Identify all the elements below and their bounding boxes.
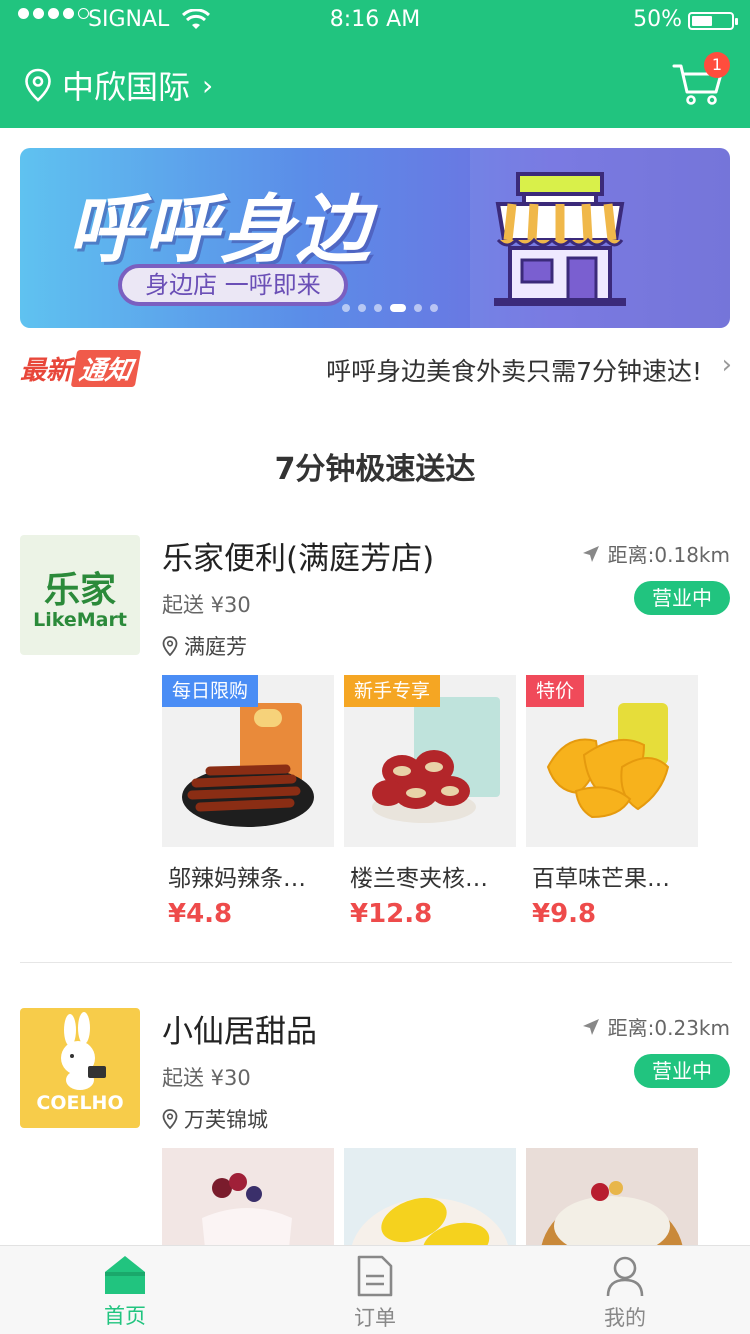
notice-label-suffix: 通知: [70, 350, 142, 387]
address-text: 万芙锦城: [184, 1108, 268, 1132]
home-icon: [105, 1256, 145, 1294]
store-name[interactable]: 乐家便利(满庭芳店): [162, 533, 434, 578]
tab-profile[interactable]: 我的: [565, 1254, 685, 1332]
product-list: 每日限购 邬辣妈辣条… ¥4.8 新手专享 楼兰枣夹核… ¥12.8 特价 百草…: [162, 675, 698, 929]
open-status-badge: 营业中: [634, 581, 730, 615]
product-tag: 每日限购: [162, 675, 259, 707]
store-card[interactable]: COELHO 小仙居甜品 距离:0.23km 起送 ¥30 营业中 万芙锦城: [20, 1006, 732, 1320]
section-title-text: 7分钟极速送达: [270, 444, 480, 488]
location-name: 中欣国际: [62, 68, 191, 106]
store-logo: 乐家 LikeMart: [20, 535, 140, 655]
product-price: ¥4.8: [168, 899, 233, 929]
distance-text: 距离:0.23km: [607, 1016, 730, 1040]
app-header: SIGNAL 8:16 AM 50% 中欣国际 › 1: [0, 0, 750, 128]
min-order: 起送 ¥30: [162, 1066, 251, 1090]
logo-subtext: LikeMart: [33, 609, 127, 631]
logo-text: COELHO: [36, 1092, 124, 1114]
product-tag: 新手专享: [344, 675, 441, 707]
notice-bar[interactable]: 最新 通知 呼呼身边美食外卖只需7分钟速达! ›: [20, 346, 732, 390]
product-tag: 特价: [526, 675, 585, 707]
notice-label: 最新 通知: [20, 350, 142, 387]
chevron-right-icon: ›: [202, 68, 214, 102]
pagination-dot-active[interactable]: [390, 304, 406, 312]
location-pin-icon: [25, 68, 51, 102]
product-price: ¥9.8: [532, 899, 597, 929]
open-status-badge: 营业中: [634, 1054, 730, 1088]
logo-text: 乐家: [43, 570, 116, 611]
banner-subtitle: 身边店 一呼即来: [118, 264, 348, 306]
location-pin-icon: [162, 636, 178, 656]
product-name: 邬辣妈辣条…: [168, 866, 306, 892]
product-image-spicy-strips: 每日限购: [162, 675, 334, 847]
product-image-dates-walnut: 新手专享: [344, 675, 516, 847]
order-icon: [357, 1255, 393, 1297]
pagination-dot[interactable]: [414, 304, 422, 312]
store-distance: 距离:0.18km: [582, 539, 730, 568]
cart-count-badge: 1: [704, 52, 730, 78]
product-card[interactable]: 新手专享 楼兰枣夹核… ¥12.8: [344, 675, 516, 929]
store-name[interactable]: 小仙居甜品: [162, 1006, 317, 1051]
section-title: 7分钟极速送达: [0, 444, 750, 488]
min-order: 起送 ¥30: [162, 593, 251, 617]
banner-pagination[interactable]: [342, 304, 438, 312]
tab-home[interactable]: 首页: [65, 1254, 185, 1330]
user-icon: [606, 1256, 644, 1297]
location-selector[interactable]: 中欣国际 ›: [24, 62, 213, 108]
product-card[interactable]: 特价 百草味芒果… ¥9.8: [526, 675, 698, 929]
tab-label: 订单: [354, 1306, 396, 1330]
product-price: ¥12.8: [350, 899, 433, 929]
status-bar: SIGNAL 8:16 AM 50%: [0, 0, 750, 40]
product-image-dried-mango: 特价: [526, 675, 698, 847]
product-name: 楼兰枣夹核…: [350, 866, 488, 892]
pagination-dot[interactable]: [374, 304, 382, 312]
tab-label: 首页: [104, 1304, 146, 1328]
navigation-arrow-icon: [582, 545, 599, 562]
distance-text: 距离:0.18km: [607, 543, 730, 567]
store-logo: COELHO: [20, 1008, 140, 1128]
battery-icon: [688, 12, 738, 30]
banner-title: 呼呼身边: [68, 187, 372, 273]
pagination-dot[interactable]: [358, 304, 366, 312]
pagination-dot[interactable]: [430, 304, 438, 312]
bottom-tab-bar: 首页 订单 我的: [0, 1245, 750, 1334]
promo-banner[interactable]: 呼呼身边 身边店 一呼即来: [20, 148, 730, 328]
storefront-icon: [494, 172, 626, 306]
tab-orders[interactable]: 订单: [315, 1254, 435, 1332]
product-name: 百草味芒果…: [532, 866, 670, 892]
chevron-right-icon: ›: [721, 350, 732, 380]
battery-percent: 50%: [633, 7, 682, 32]
store-address: 万芙锦城: [162, 1104, 268, 1134]
address-text: 满庭芳: [184, 635, 247, 659]
pagination-dot[interactable]: [342, 304, 350, 312]
navigation-arrow-icon: [582, 1018, 599, 1035]
store-address: 满庭芳: [162, 631, 247, 661]
store-distance: 距离:0.23km: [582, 1012, 730, 1041]
section-divider: [20, 962, 732, 963]
store-card[interactable]: 乐家 LikeMart 乐家便利(满庭芳店) 距离:0.18km 起送 ¥30 …: [20, 535, 732, 935]
app-screen: SIGNAL 8:16 AM 50% 中欣国际 › 1 呼呼身边 身边店 一呼即…: [0, 0, 750, 1334]
product-card[interactable]: 每日限购 邬辣妈辣条… ¥4.8: [162, 675, 334, 929]
notice-label-prefix: 最新: [20, 356, 73, 386]
notice-text: 呼呼身边美食外卖只需7分钟速达!: [326, 357, 702, 386]
tab-label: 我的: [604, 1306, 646, 1330]
location-pin-icon: [162, 1109, 178, 1129]
